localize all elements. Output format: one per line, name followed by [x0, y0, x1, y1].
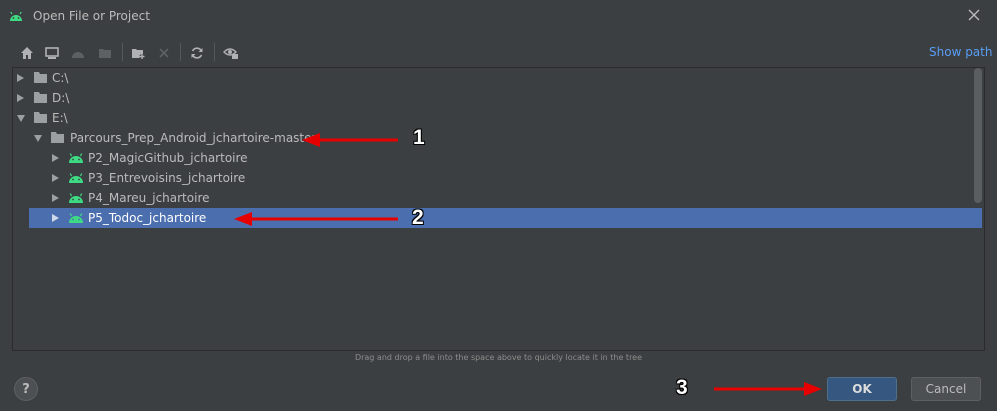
- annotation-marker-1: 1: [413, 126, 425, 149]
- annotation-arrow-1: [302, 133, 398, 147]
- annotation-arrow-2: [234, 212, 398, 226]
- annotation-arrow-3: [714, 382, 822, 396]
- annotation-arrows: [234, 133, 822, 396]
- annotation-marker-2: 2: [412, 206, 424, 229]
- annotation-marker-3: 3: [676, 376, 688, 399]
